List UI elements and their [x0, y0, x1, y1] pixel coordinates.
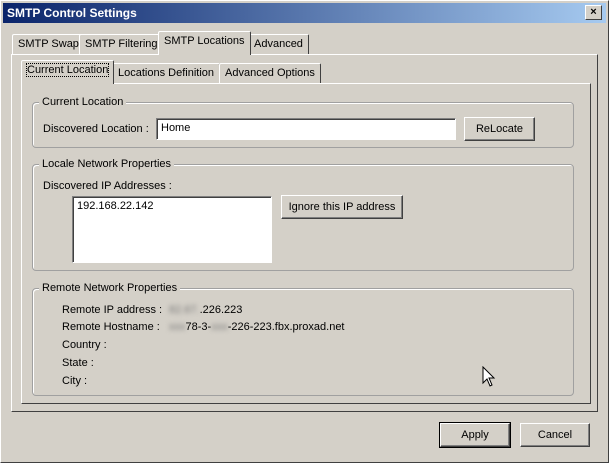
content-layer: Current Location Discovered Location : H… [0, 0, 609, 463]
discovered-location-field[interactable]: Home [156, 118, 456, 140]
remote-hostname-label: Remote Hostname : [62, 321, 160, 333]
ip-address-list[interactable]: 192.168.22.142 [72, 196, 272, 263]
locale-network-legend: Locale Network Properties [39, 158, 175, 170]
remote-ip-value: 82.67..226.223 [169, 304, 243, 316]
redacted-hostname-part: xxx [169, 321, 186, 333]
redacted-ip-part: 82.67. [169, 304, 200, 316]
country-label: Country : [62, 339, 107, 351]
current-location-legend: Current Location [39, 96, 127, 108]
apply-button[interactable]: Apply [440, 423, 510, 447]
mouse-cursor-icon [482, 366, 496, 387]
city-label: City : [62, 375, 88, 387]
discovered-location-label: Discovered Location : [43, 123, 149, 135]
redacted-hostname-part: xxx [211, 321, 228, 333]
relocate-button[interactable]: ReLocate [464, 117, 535, 141]
remote-hostname-value: xxx78-3-xxx-226-223.fbx.proxad.net [169, 321, 345, 333]
cancel-button[interactable]: Cancel [520, 423, 590, 447]
remote-network-legend: Remote Network Properties [39, 282, 181, 294]
discovered-ips-label: Discovered IP Addresses : [43, 180, 172, 192]
remote-ip-label: Remote IP address : [62, 304, 163, 316]
state-label: State : [62, 357, 94, 369]
ignore-ip-button[interactable]: Ignore this IP address [281, 195, 403, 219]
list-item[interactable]: 192.168.22.142 [77, 200, 267, 212]
